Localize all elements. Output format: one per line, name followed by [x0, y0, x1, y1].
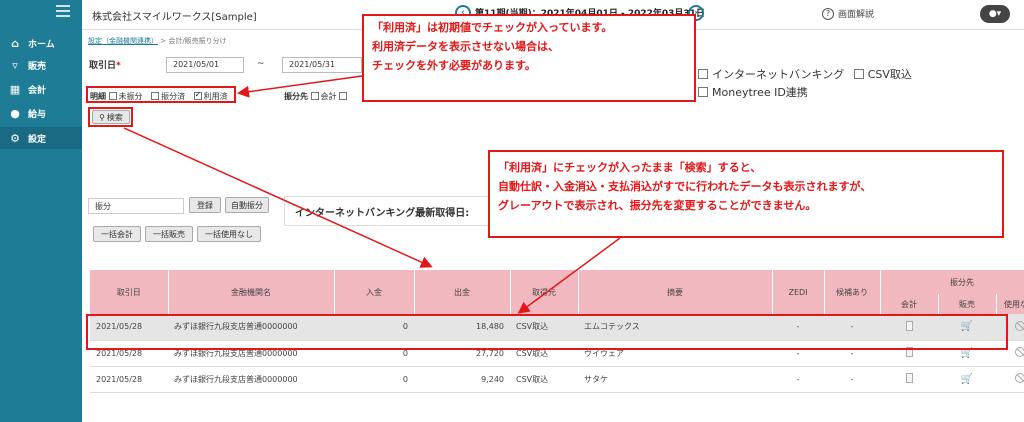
money-bag-icon: ●	[10, 106, 20, 120]
callout-bottom-line-1: 「利用済」にチェックが入ったまま「検索」すると、	[498, 161, 762, 174]
breadcrumb-current: 会計/販売振り分け	[168, 37, 227, 45]
sidebar-item-label: 設定	[28, 134, 47, 145]
greyout-explanation-callout: 「利用済」にチェックが入ったまま「検索」すると、 自動仕訳・入金消込・支払消込が…	[488, 150, 1004, 238]
header-date: 取引日	[90, 270, 169, 314]
sidebar: ⌂ ホーム ▿ 販売 ▦ 会計 ● 給与 ⚙ 設定	[0, 0, 82, 422]
sidebar-item-payroll[interactable]: ● 給与	[0, 102, 82, 124]
breadcrumb-link[interactable]: 設定（金融機関連携）	[88, 37, 158, 45]
user-menu-button[interactable]: ●▾	[980, 5, 1010, 23]
register-button[interactable]: 登録	[189, 197, 221, 213]
callout-top-line-3: チェックを外す必要があります。	[372, 59, 536, 72]
cell-sales[interactable]: 🛒	[938, 366, 996, 393]
bulk-sales-button[interactable]: 一括販売	[145, 226, 193, 242]
cell-candidate: -	[824, 366, 880, 393]
calculator-icon: ▦	[9, 82, 21, 96]
sidebar-item-label: 給与	[28, 109, 47, 120]
used-default-callout: 「利用済」は初期値でチェックが入っています。 利用済データを表示させない場合は、…	[362, 14, 696, 102]
question-icon: ?	[822, 7, 834, 20]
auto-sort-button[interactable]: 自動振分	[225, 197, 269, 213]
source-filter-row1: インターネットバンキング CSV取込	[698, 66, 912, 82]
header-candidate: 候補あり	[824, 270, 881, 314]
required-mark: *	[116, 61, 121, 71]
sidebar-item-label: 会計	[28, 85, 47, 96]
moneytree-label: Moneytree ID連携	[712, 86, 808, 99]
cell-source: CSV取込	[510, 366, 578, 393]
header-zedi: ZEDI	[772, 270, 825, 314]
csv-import-label: CSV取込	[867, 68, 912, 81]
bulk-unused-button[interactable]: 一括使用なし	[197, 226, 261, 242]
help-label: 画面解説	[838, 10, 875, 20]
sidebar-item-sales[interactable]: ▿ 販売	[0, 54, 82, 76]
date-range-tilde: ~	[257, 59, 265, 69]
dest-accounting-checkbox[interactable]	[310, 92, 319, 100]
sidebar-item-accounting[interactable]: ▦ 会計	[0, 78, 82, 100]
date-from-input[interactable]: 2021/05/01	[166, 57, 244, 73]
sales-cart-icon[interactable]: 🛒	[961, 374, 973, 385]
sidebar-item-label: ホーム	[28, 39, 55, 50]
company-name: 株式会社スマイルワークス[Sample]	[92, 12, 257, 23]
table-row: 2021/05/28 みずほ銀行九段支店普通0000000 0 9,240 CS…	[90, 366, 1024, 393]
destination-label: 振分先	[284, 92, 308, 101]
date-to-input[interactable]: 2021/05/31	[282, 57, 362, 73]
callout-bottom-line-3: グレーアウトで表示され、振分先を変更することができません。	[498, 199, 817, 212]
header-destination: 振分先	[880, 270, 1024, 294]
cell-date: 2021/05/28	[90, 366, 168, 393]
header-bank: 金融機関名	[168, 270, 335, 314]
subheader-sales: 販売	[938, 294, 997, 314]
sidebar-item-label: 販売	[28, 61, 47, 72]
sidebar-item-home[interactable]: ⌂ ホーム	[0, 32, 82, 54]
destination-filter: 振分先 会計	[284, 91, 349, 102]
sidebar-item-settings[interactable]: ⚙ 設定	[0, 127, 82, 149]
dest-more-checkbox[interactable]	[339, 92, 348, 100]
cell-accounting[interactable]	[880, 366, 938, 393]
header-deposit: 入金	[334, 270, 415, 314]
home-icon: ⌂	[11, 36, 19, 50]
date-label: 取引日*	[89, 58, 121, 71]
moneytree-checkbox[interactable]	[698, 87, 708, 97]
subheader-unused: 使用なし	[996, 294, 1024, 314]
header-memo: 摘要	[578, 270, 773, 314]
cell-unused[interactable]	[996, 366, 1024, 393]
cell-zedi: -	[772, 366, 824, 393]
cell-bank: みずほ銀行九段支店普通0000000	[168, 366, 334, 393]
gear-icon: ⚙	[10, 131, 20, 145]
cell-withdrawal: 9,240	[414, 366, 510, 393]
internet-banking-last-fetch: インターネットバンキング最新取得日:	[284, 196, 490, 226]
csv-import-checkbox[interactable]	[853, 69, 864, 79]
cart-icon: ▿	[12, 58, 18, 72]
accounting-doc-icon[interactable]	[905, 373, 913, 383]
dest-accounting-label: 会計	[320, 92, 337, 101]
source-filter-row2: Moneytree ID連携	[698, 84, 808, 100]
cell-deposit: 0	[334, 366, 414, 393]
unused-ban-icon[interactable]	[1015, 347, 1024, 357]
search-highlight-box	[88, 107, 133, 127]
breadcrumb-separator: >	[158, 37, 169, 45]
callout-bottom-line-2: 自動仕訳・入金消込・支払消込がすでに行われたデータも表示されますが、	[498, 180, 872, 193]
greyed-row-highlight-box	[86, 314, 1008, 350]
internet-banking-label: インターネットバンキング	[712, 68, 845, 81]
callout-top-line-2: 利用済データを表示させない場合は、	[372, 40, 559, 53]
subheader-accounting: 会計	[880, 294, 939, 314]
bulk-accounting-button[interactable]: 一括会計	[93, 226, 141, 242]
hamburger-menu-icon[interactable]	[56, 5, 70, 17]
unused-ban-icon[interactable]	[1015, 373, 1024, 383]
user-icon: ●▾	[988, 9, 1002, 19]
sort-destination-input[interactable]: 振分	[88, 198, 184, 214]
internet-banking-checkbox[interactable]	[698, 69, 708, 79]
header-source: 取得元	[510, 270, 579, 314]
header-withdrawal: 出金	[414, 270, 511, 314]
breadcrumb: 設定（金融機関連携） > 会計/販売振り分け	[88, 36, 227, 46]
date-label-text: 取引日	[89, 61, 117, 71]
unused-ban-icon	[1015, 320, 1024, 331]
callout-top-line-1: 「利用済」は初期値でチェックが入っています。	[372, 21, 613, 34]
cell-memo: サタケ	[578, 366, 772, 393]
help-link[interactable]: ? 画面解説	[822, 7, 874, 20]
used-highlight-box	[86, 86, 236, 103]
